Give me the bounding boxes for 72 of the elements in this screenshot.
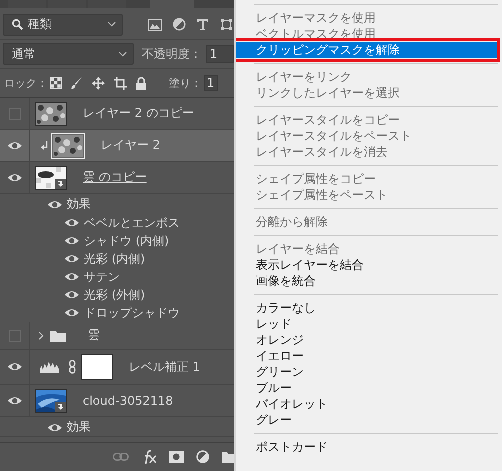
- effect-name: ベベルとエンボス: [84, 214, 180, 232]
- lock-icon[interactable]: [136, 76, 147, 90]
- shape-icon[interactable]: [220, 18, 233, 31]
- effect-name: ドロップシャドウ: [84, 304, 180, 322]
- brush-icon[interactable]: [71, 76, 83, 90]
- menu-item[interactable]: ブルー: [236, 380, 498, 396]
- menu-item[interactable]: 画像を統合: [236, 273, 498, 289]
- eye-icon[interactable]: [64, 217, 80, 229]
- effect-name: 光彩 (外側): [84, 286, 146, 304]
- effect-name: 光彩 (内側): [84, 250, 146, 268]
- image-icon[interactable]: [148, 18, 162, 30]
- menu-item[interactable]: 表示レイヤーを結合: [236, 257, 498, 273]
- mask-icon[interactable]: [169, 451, 184, 463]
- opacity-label: 不透明度：: [142, 46, 202, 62]
- menu-item[interactable]: イエロー: [236, 348, 498, 364]
- smart-object-badge-icon: [55, 402, 66, 412]
- menu-item[interactable]: グリーン: [236, 364, 498, 380]
- eye-icon[interactable]: [64, 307, 80, 319]
- eye-icon[interactable]: [47, 422, 63, 434]
- lock-label: ロック：: [4, 76, 48, 90]
- fill-field[interactable]: 1: [204, 75, 218, 91]
- layer-row[interactable]: 雲: [0, 322, 234, 350]
- effects-label: 効果: [67, 196, 91, 213]
- adjustment-icon[interactable]: [196, 450, 210, 464]
- smart-object-badge-icon: [55, 178, 66, 188]
- eye-icon[interactable]: [64, 289, 80, 301]
- layer-name: レイヤー 2: [101, 137, 160, 154]
- mask-thumbnail: [81, 354, 113, 380]
- type-icon[interactable]: [197, 18, 209, 30]
- blend-mode-dropdown[interactable]: 通常: [3, 43, 134, 65]
- menu-item[interactable]: カラーなし: [236, 300, 498, 316]
- eye-icon[interactable]: [64, 235, 80, 247]
- layer-row[interactable]: レイヤー 2: [0, 130, 234, 162]
- folder-icon: [50, 330, 66, 342]
- eye-icon[interactable]: [6, 394, 22, 406]
- crop-frame-icon[interactable]: [114, 76, 127, 90]
- menu-item[interactable]: バイオレット: [236, 396, 498, 412]
- eye-icon[interactable]: [6, 140, 22, 152]
- eye-icon[interactable]: [64, 253, 80, 265]
- layer-name: 雲: [88, 327, 100, 344]
- layer-name: レイヤー 2 のコピー: [83, 105, 194, 122]
- fill-label: 塗り：: [169, 76, 202, 90]
- effect-name: シャドウ (内側): [84, 232, 170, 250]
- layer-row[interactable]: cloud-3052118: [0, 385, 234, 417]
- histogram-icon: [40, 362, 59, 372]
- menu-item[interactable]: ポストカード: [236, 439, 498, 455]
- layer-row[interactable]: レベル補正 1: [0, 350, 234, 385]
- chevron-right-icon[interactable]: [39, 332, 44, 340]
- clip-arrow-icon: [41, 141, 48, 150]
- layer-name: 雲 のコピー: [83, 169, 147, 186]
- caret-icon: [108, 22, 116, 27]
- filter-dropdown[interactable]: 種類: [3, 14, 123, 36]
- eye-icon[interactable]: [47, 199, 63, 211]
- layer-name: レベル補正 1: [129, 358, 200, 376]
- checkerboard-icon[interactable]: [50, 77, 62, 89]
- layer-row[interactable]: 雲 のコピー: [0, 162, 234, 194]
- menu-item[interactable]: オレンジ: [236, 332, 498, 348]
- layer-name: cloud-3052118: [83, 394, 174, 408]
- move-icon[interactable]: [92, 76, 105, 90]
- folder-icon[interactable]: [222, 451, 234, 463]
- eye-icon[interactable]: [6, 361, 22, 373]
- effects-label: 効果: [67, 419, 91, 436]
- eye-icon[interactable]: [64, 271, 80, 283]
- caret-icon: [119, 52, 127, 56]
- search-icon: [12, 19, 23, 30]
- effect-name: サテン: [84, 268, 120, 286]
- half-circle-icon[interactable]: [173, 18, 186, 31]
- chain-link-icon: [69, 360, 76, 374]
- menu-item[interactable]: レッド: [236, 316, 498, 332]
- menu-item[interactable]: グレー: [236, 412, 498, 428]
- eye-icon[interactable]: [6, 172, 22, 184]
- opacity-field[interactable]: 1: [206, 45, 234, 63]
